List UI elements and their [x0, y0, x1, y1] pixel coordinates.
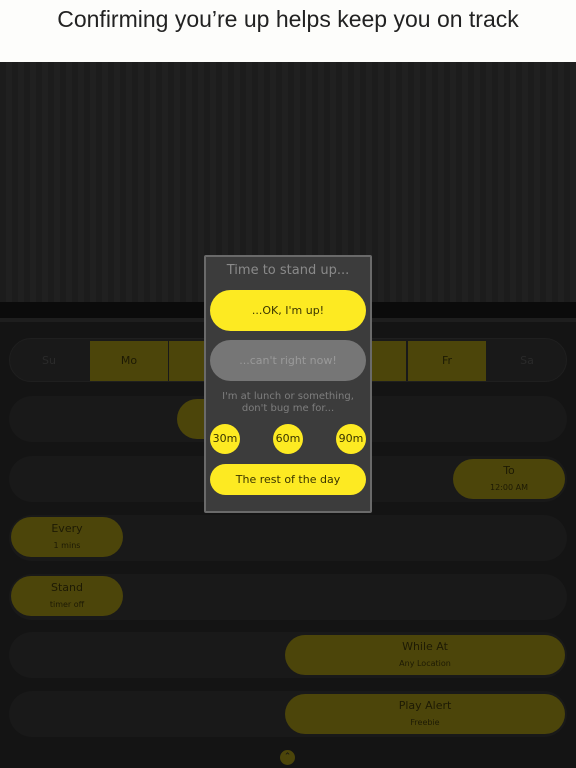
while-at-value: Any Location [399, 659, 451, 668]
play-alert-button[interactable]: Play Alert Freebie [285, 694, 565, 734]
stand-label: Stand [51, 581, 83, 594]
every-row: Every 1 mins [9, 515, 567, 561]
while-at-row: While At Any Location [9, 632, 567, 678]
day-saturday[interactable]: Sa [488, 341, 566, 381]
while-at-button[interactable]: While At Any Location [285, 635, 565, 675]
day-sunday[interactable]: Su [10, 341, 88, 381]
play-alert-label: Play Alert [398, 699, 452, 712]
play-alert-row: Play Alert Freebie [9, 691, 567, 737]
stand-button[interactable]: Stand timer off [11, 576, 123, 616]
while-at-label: While At [402, 640, 448, 653]
stand-row: Stand timer off [9, 574, 567, 620]
page-title: Confirming you’re up helps keep you on t… [0, 0, 576, 62]
snooze-message: I'm at lunch or something, don't bug me … [222, 391, 354, 414]
to-label: To [503, 464, 515, 477]
day-monday[interactable]: Mo [90, 341, 168, 381]
dialog-title: Time to stand up... [226, 263, 350, 278]
every-button[interactable]: Every 1 mins [11, 517, 123, 557]
every-value: 1 mins [53, 541, 81, 550]
chevron-up-icon[interactable]: ⌃ [280, 750, 295, 765]
snooze-60m-button[interactable]: 60m [273, 424, 303, 454]
every-label: Every [51, 522, 83, 535]
to-button[interactable]: To 12:00 AM [453, 459, 565, 499]
snooze-30m-button[interactable]: 30m [210, 424, 240, 454]
rest-of-day-button[interactable]: The rest of the day [210, 464, 366, 495]
play-alert-value: Freebie [410, 718, 440, 727]
snooze-90m-button[interactable]: 90m [336, 424, 366, 454]
stand-up-dialog: Time to stand up... ...OK, I'm up! ...ca… [204, 255, 372, 513]
to-value: 12:00 AM [490, 483, 528, 492]
day-friday[interactable]: Fr [408, 341, 486, 381]
cant-button[interactable]: ...can't right now! [210, 340, 366, 381]
stand-value: timer off [49, 600, 85, 609]
ok-button[interactable]: ...OK, I'm up! [210, 290, 366, 331]
